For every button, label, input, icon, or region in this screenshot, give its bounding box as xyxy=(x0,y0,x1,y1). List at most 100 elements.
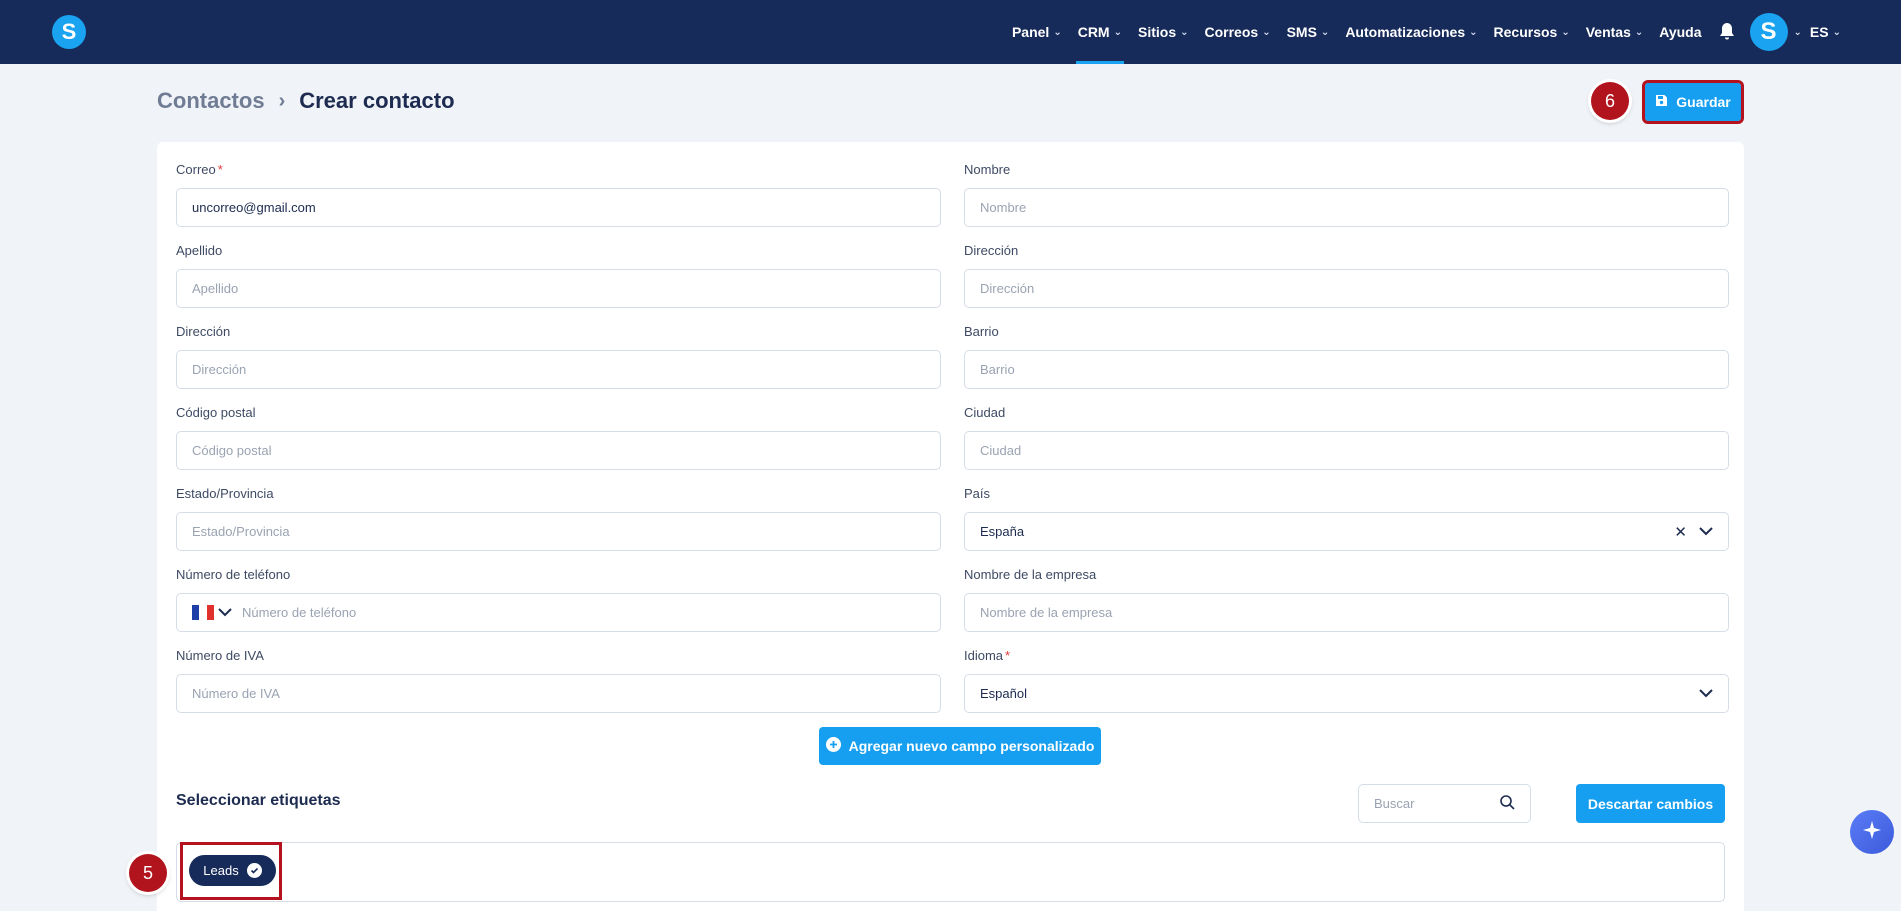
nav-item-label: SMS xyxy=(1286,24,1317,40)
chevron-down-icon[interactable] xyxy=(1699,689,1713,698)
nav-item-label: CRM xyxy=(1077,24,1110,40)
chevron-down-icon: ⌄ xyxy=(1262,26,1271,38)
nav-item-ventas[interactable]: Ventas ⌄ xyxy=(1578,0,1652,64)
nav-item-automatizaciones[interactable]: Automatizaciones ⌄ xyxy=(1337,0,1485,64)
field-pais: País España ✕ xyxy=(964,486,1729,551)
language-label: ES xyxy=(1809,24,1829,40)
field-estado-provincia: Estado/Provincia Estado/Provincia xyxy=(176,486,941,551)
chevron-down-icon: ⌄ xyxy=(1113,26,1122,38)
nav-item-label: Recursos xyxy=(1493,24,1558,40)
chevron-down-icon: ⌄ xyxy=(1053,26,1062,38)
nav-item-label: Ventas xyxy=(1585,24,1631,40)
chevron-down-icon[interactable] xyxy=(218,608,232,617)
field-placeholder: Nombre xyxy=(980,200,1027,215)
chevron-down-icon: ⌄ xyxy=(1561,26,1570,38)
clear-icon[interactable]: ✕ xyxy=(1674,523,1687,541)
field-label: Correo * xyxy=(176,162,223,177)
language-selector[interactable]: ES ⌄ xyxy=(1802,0,1849,64)
page-title: Crear contacto xyxy=(299,88,455,113)
chevron-down-icon: ⌄ xyxy=(1634,26,1644,38)
field-idioma: Idioma * Español xyxy=(964,648,1729,713)
field-placeholder: Nombre de la empresa xyxy=(980,605,1113,620)
field-nombre: Nombre Nombre xyxy=(964,162,1729,227)
tag-chip[interactable]: Leads xyxy=(189,855,276,886)
field-placeholder: Código postal xyxy=(192,443,272,458)
nav-item-recursos[interactable]: Recursos ⌄ xyxy=(1486,0,1578,64)
input-barrio[interactable]: Barrio xyxy=(964,350,1729,389)
select-idioma[interactable]: Español xyxy=(964,674,1729,713)
field-value: España xyxy=(980,524,1025,539)
bell-icon[interactable] xyxy=(1714,23,1740,41)
save-button-label: Guardar xyxy=(1676,94,1731,110)
tag-search-input[interactable]: Buscar xyxy=(1358,784,1531,823)
nav-item-label: Panel xyxy=(1011,24,1050,40)
tag-label: Leads xyxy=(203,863,239,878)
field-direccion: Dirección Dirección xyxy=(176,324,941,389)
required-marker: * xyxy=(1005,648,1011,663)
input-nombre[interactable]: Nombre xyxy=(964,188,1729,227)
ai-assistant-button[interactable] xyxy=(1850,810,1894,854)
nav-item-crm[interactable]: CRM ⌄ xyxy=(1070,0,1130,64)
nav-item-correos[interactable]: Correos ⌄ xyxy=(1197,0,1279,64)
nav-item-sms[interactable]: SMS ⌄ xyxy=(1279,0,1338,64)
tags-section-title: Seleccionar etiquetas xyxy=(176,792,341,809)
select-pais[interactable]: España ✕ xyxy=(964,512,1729,551)
chevron-down-icon: ⌄ xyxy=(1180,26,1189,38)
input-direccion[interactable]: Dirección xyxy=(964,269,1729,308)
input-ciudad[interactable]: Ciudad xyxy=(964,431,1729,470)
field-label: Nombre de la empresa xyxy=(964,567,1097,582)
field-label: Número de IVA xyxy=(176,648,264,663)
step-badge: 6 xyxy=(1591,82,1629,120)
chevron-down-icon[interactable] xyxy=(1699,527,1713,536)
field-placeholder: Dirección xyxy=(192,362,247,377)
nav-item-ayuda[interactable]: Ayuda xyxy=(1651,0,1709,64)
plus-circle-icon xyxy=(825,737,841,755)
search-icon xyxy=(1500,794,1515,813)
input-apellido[interactable]: Apellido xyxy=(176,269,941,308)
nav-item-label: Ayuda xyxy=(1659,24,1702,40)
field-label: Dirección xyxy=(964,243,1019,258)
nav-item-label: Correos xyxy=(1204,24,1259,40)
field-ciudad: Ciudad Ciudad xyxy=(964,405,1729,470)
chevron-down-icon[interactable]: ⌄ xyxy=(1794,27,1802,38)
nav-item-label: Sitios xyxy=(1137,24,1177,40)
field-apellido: Apellido Apellido xyxy=(176,243,941,308)
discard-changes-button[interactable]: Descartar cambios xyxy=(1576,784,1725,823)
field-label: Dirección xyxy=(176,324,231,339)
nav-item-panel[interactable]: Panel ⌄ xyxy=(1004,0,1070,64)
field-placeholder: Dirección xyxy=(980,281,1035,296)
input-codigo-postal[interactable]: Código postal xyxy=(176,431,941,470)
nav-item-label: Automatizaciones xyxy=(1345,24,1466,40)
input-nombre-de-la-empresa[interactable]: Nombre de la empresa xyxy=(964,593,1729,632)
country-flag-icon[interactable] xyxy=(192,605,214,620)
main-nav: Panel ⌄ CRM ⌄ Sitios ⌄ Correos ⌄ SMS ⌄ Automatizac… xyxy=(1004,0,1901,64)
add-custom-field-button[interactable]: Agregar nuevo campo personalizado xyxy=(819,727,1101,765)
avatar[interactable]: S xyxy=(1749,13,1788,51)
input-numero-de-telefono[interactable]: Número de teléfono xyxy=(176,593,941,632)
field-barrio: Barrio Barrio xyxy=(964,324,1729,389)
breadcrumb: Contactos › Crear contacto xyxy=(157,88,455,114)
field-numero-de-telefono: Número de teléfono Número de teléfono xyxy=(176,567,941,632)
field-label: Estado/Provincia xyxy=(176,486,274,501)
input-estado-provincia[interactable]: Estado/Provincia xyxy=(176,512,941,551)
field-direccion: Dirección Dirección xyxy=(964,243,1729,308)
field-codigo-postal: Código postal Código postal xyxy=(176,405,941,470)
nav-item-sitios[interactable]: Sitios ⌄ xyxy=(1130,0,1197,64)
top-navbar: S Panel ⌄ CRM ⌄ Sitios ⌄ Correos ⌄ SMS ⌄ Automatiz… xyxy=(0,0,1901,64)
save-button[interactable]: Guardar xyxy=(1642,80,1744,124)
required-marker: * xyxy=(217,162,223,177)
field-correo: Correo * uncorreo@gmail.com xyxy=(176,162,941,227)
field-value: Español xyxy=(980,686,1027,701)
field-placeholder: Número de teléfono xyxy=(242,605,357,620)
field-label: Barrio xyxy=(964,324,999,339)
field-placeholder: Número de IVA xyxy=(192,686,280,701)
contact-form-card: Agregar nuevo campo personalizado Selecc… xyxy=(157,142,1744,911)
input-numero-de-iva[interactable]: Número de IVA xyxy=(176,674,941,713)
field-label: Apellido xyxy=(176,243,223,258)
field-placeholder: Apellido xyxy=(192,281,239,296)
input-correo[interactable]: uncorreo@gmail.com xyxy=(176,188,941,227)
logo-icon[interactable]: S xyxy=(52,15,86,49)
input-direccion[interactable]: Dirección xyxy=(176,350,941,389)
chevron-down-icon: ⌄ xyxy=(1832,26,1841,38)
breadcrumb-parent-link[interactable]: Contactos xyxy=(157,88,265,114)
